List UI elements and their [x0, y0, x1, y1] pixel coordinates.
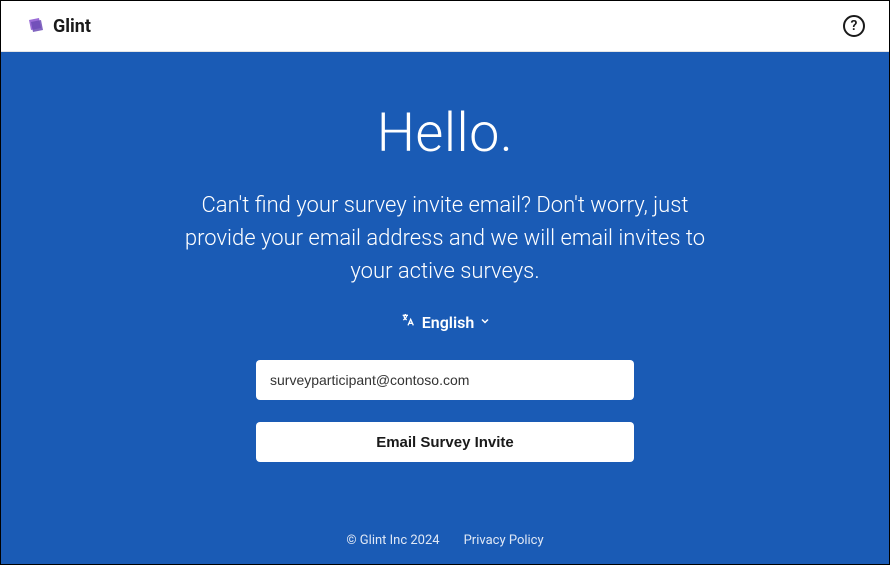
main-content: Hello. Can't find your survey invite ema… [1, 52, 889, 564]
copyright-text: © Glint Inc 2024 [346, 533, 439, 548]
greeting-heading: Hello. [377, 102, 514, 165]
help-icon[interactable]: ? [843, 15, 865, 37]
glint-logo-icon [25, 16, 45, 36]
brand: Glint [25, 16, 91, 37]
language-label: English [422, 313, 475, 332]
translate-icon [400, 312, 416, 332]
language-selector[interactable]: English [400, 312, 491, 332]
footer: © Glint Inc 2024 Privacy Policy [346, 533, 543, 548]
privacy-policy-link[interactable]: Privacy Policy [464, 533, 544, 548]
subtitle-text: Can't find your survey invite email? Don… [175, 189, 715, 288]
chevron-down-icon [480, 316, 490, 329]
email-field[interactable] [256, 360, 634, 400]
email-survey-invite-button[interactable]: Email Survey Invite [256, 422, 634, 462]
header: Glint ? [1, 1, 889, 52]
brand-name: Glint [53, 16, 91, 37]
